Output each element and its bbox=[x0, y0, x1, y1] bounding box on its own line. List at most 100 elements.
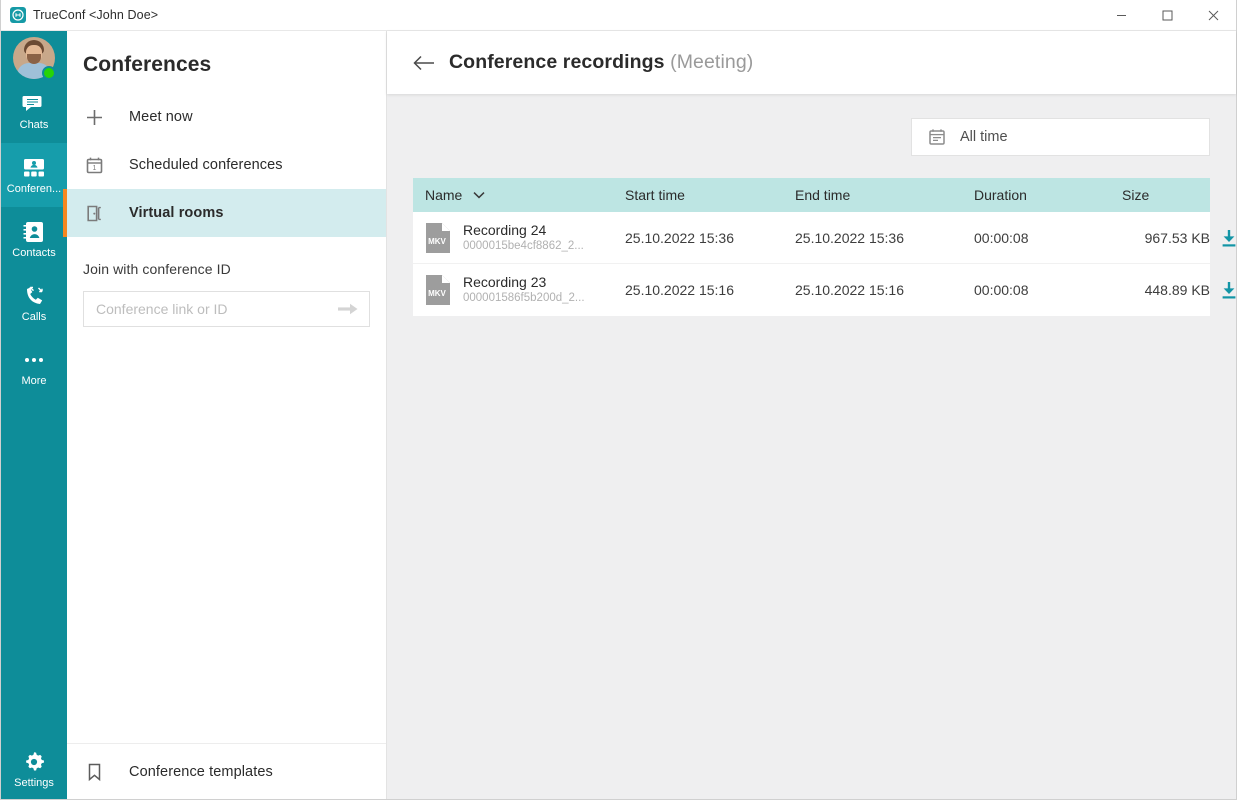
main-content: Conference recordings (Meeting) All time… bbox=[387, 31, 1236, 799]
recording-size: 967.53 KB bbox=[1144, 229, 1210, 246]
rail-item-settings[interactable]: Settings bbox=[1, 739, 67, 799]
recording-name-cell: MKV Recording 23 000001586f5b200d_2... bbox=[413, 274, 619, 306]
door-icon bbox=[85, 204, 111, 223]
rail-label-contacts: Contacts bbox=[12, 246, 56, 259]
maximize-button[interactable] bbox=[1144, 0, 1190, 31]
arrow-right-icon[interactable] bbox=[337, 302, 359, 316]
recording-end-time: 25.10.2022 15:36 bbox=[795, 229, 904, 246]
status-indicator-online bbox=[42, 66, 56, 80]
rail-label-chats: Chats bbox=[19, 118, 49, 131]
column-header-start-time[interactable]: Start time bbox=[619, 187, 789, 203]
conferences-sidebar: Conferences Meet now 1 Scheduled confere… bbox=[63, 31, 387, 799]
recording-name-texts: Recording 24 0000015be4cf8862_2... bbox=[463, 222, 584, 254]
plus-icon bbox=[85, 108, 111, 127]
window-body: Chats Conferen... Contacts Calls More Se… bbox=[1, 31, 1236, 799]
avatar[interactable] bbox=[13, 37, 56, 80]
recording-name-texts: Recording 23 000001586f5b200d_2... bbox=[463, 274, 585, 306]
rail-item-contacts[interactable]: Contacts bbox=[1, 207, 67, 271]
rail-label-conferences: Conferen... bbox=[6, 182, 62, 195]
main-title-text: Conference recordings bbox=[449, 51, 665, 73]
column-header-end-time[interactable]: End time bbox=[789, 187, 964, 203]
table-row[interactable]: MKV Recording 24 0000015be4cf8862_2... 2… bbox=[413, 212, 1236, 264]
trueconf-window: TrueConf <John Doe> Chats Conferen... Co… bbox=[0, 0, 1237, 800]
rail-item-chats[interactable]: Chats bbox=[1, 79, 67, 143]
recording-size: 448.89 KB bbox=[1144, 282, 1210, 298]
recordings-table: Name Start time End time Duration Size M… bbox=[413, 178, 1236, 316]
rail-item-conferences[interactable]: Conferen... bbox=[1, 143, 71, 207]
table-header-row: Name Start time End time Duration Size bbox=[413, 178, 1210, 212]
rail-label-calls: Calls bbox=[21, 310, 47, 323]
recording-start-time: 25.10.2022 15:16 bbox=[625, 282, 734, 298]
recording-name-cell: MKV Recording 24 0000015be4cf8862_2... bbox=[413, 222, 619, 254]
mkv-file-icon: MKV bbox=[425, 274, 451, 306]
column-header-name[interactable]: Name bbox=[413, 187, 619, 203]
app-name: TrueConf bbox=[33, 8, 86, 22]
rail-spacer bbox=[1, 399, 67, 739]
gear-icon bbox=[22, 750, 46, 774]
window-title: TrueConf <John Doe> bbox=[33, 8, 158, 22]
mkv-file-icon: MKV bbox=[425, 222, 451, 254]
recording-name: Recording 23 bbox=[463, 274, 547, 290]
sidebar-label-meet-now: Meet now bbox=[129, 109, 193, 125]
time-filter-dropdown[interactable]: All time bbox=[911, 118, 1210, 156]
recording-name: Recording 24 bbox=[463, 221, 547, 238]
content-area: All time Name Start time End time Durati… bbox=[387, 94, 1236, 799]
window-controls bbox=[1098, 0, 1236, 31]
sidebar-label-virtual-rooms: Virtual rooms bbox=[129, 205, 224, 221]
svg-text:MKV: MKV bbox=[428, 237, 446, 246]
recording-actions bbox=[1214, 279, 1236, 301]
sidebar-label-conference-templates: Conference templates bbox=[129, 763, 273, 780]
main-title: Conference recordings (Meeting) bbox=[449, 51, 753, 74]
time-filter-label: All time bbox=[960, 129, 1008, 145]
calls-icon bbox=[22, 284, 46, 308]
recording-file-id: 0000015be4cf8862_2... bbox=[463, 239, 584, 252]
join-section-label: Join with conference ID bbox=[83, 261, 231, 277]
rail-label-more: More bbox=[21, 374, 47, 387]
svg-text:MKV: MKV bbox=[428, 289, 446, 298]
chevron-down-icon[interactable] bbox=[473, 191, 485, 199]
recording-file-id: 000001586f5b200d_2... bbox=[463, 292, 585, 304]
bookmark-icon bbox=[85, 762, 111, 782]
conference-id-input[interactable] bbox=[96, 301, 337, 317]
download-icon[interactable] bbox=[1218, 227, 1236, 249]
rail-item-calls[interactable]: Calls bbox=[1, 271, 67, 335]
column-header-name-label: Name bbox=[425, 187, 463, 203]
main-title-subtitle: (Meeting) bbox=[670, 51, 754, 73]
column-header-size[interactable]: Size bbox=[1094, 187, 1214, 203]
title-bar: TrueConf <John Doe> bbox=[1, 0, 1236, 31]
recording-end-time: 25.10.2022 15:16 bbox=[795, 282, 904, 298]
sidebar-label-scheduled-conferences: Scheduled conferences bbox=[129, 157, 283, 173]
calendar-icon bbox=[928, 128, 946, 146]
navigation-rail: Chats Conferen... Contacts Calls More Se… bbox=[1, 31, 71, 799]
rail-items: Chats Conferen... Contacts Calls More bbox=[1, 79, 71, 399]
chat-icon bbox=[22, 92, 46, 116]
arrow-left-icon[interactable] bbox=[413, 52, 435, 74]
recording-actions bbox=[1214, 227, 1236, 249]
trueconf-logo-icon bbox=[10, 7, 26, 23]
sidebar-item-virtual-rooms[interactable]: Virtual rooms bbox=[63, 189, 386, 237]
join-conference-box[interactable] bbox=[83, 291, 370, 327]
svg-text:1: 1 bbox=[93, 165, 97, 172]
filter-row: All time bbox=[413, 94, 1210, 156]
close-button[interactable] bbox=[1190, 0, 1236, 31]
rail-label-settings: Settings bbox=[14, 776, 54, 789]
window-user: <John Doe> bbox=[89, 8, 159, 22]
recording-duration: 00:00:08 bbox=[974, 282, 1029, 298]
contacts-icon bbox=[22, 220, 46, 244]
avatar-container[interactable] bbox=[1, 31, 67, 80]
recording-duration: 00:00:08 bbox=[974, 229, 1029, 246]
calendar-icon: 1 bbox=[85, 156, 111, 175]
main-header: Conference recordings (Meeting) bbox=[387, 31, 1236, 94]
sidebar-item-conference-templates[interactable]: Conference templates bbox=[67, 743, 386, 799]
conference-icon bbox=[21, 156, 47, 180]
sidebar-menu: Meet now 1 Scheduled conferences Virtual… bbox=[63, 93, 386, 237]
sidebar-item-scheduled-conferences[interactable]: 1 Scheduled conferences bbox=[67, 141, 386, 189]
table-row[interactable]: MKV Recording 23 000001586f5b200d_2... 2… bbox=[413, 264, 1236, 316]
minimize-button[interactable] bbox=[1098, 0, 1144, 31]
download-icon[interactable] bbox=[1218, 279, 1236, 301]
recording-start-time: 25.10.2022 15:36 bbox=[625, 229, 734, 246]
page-title: Conferences bbox=[83, 53, 212, 76]
rail-item-more[interactable]: More bbox=[1, 335, 67, 399]
sidebar-item-meet-now[interactable]: Meet now bbox=[67, 93, 386, 141]
column-header-duration[interactable]: Duration bbox=[964, 187, 1094, 203]
